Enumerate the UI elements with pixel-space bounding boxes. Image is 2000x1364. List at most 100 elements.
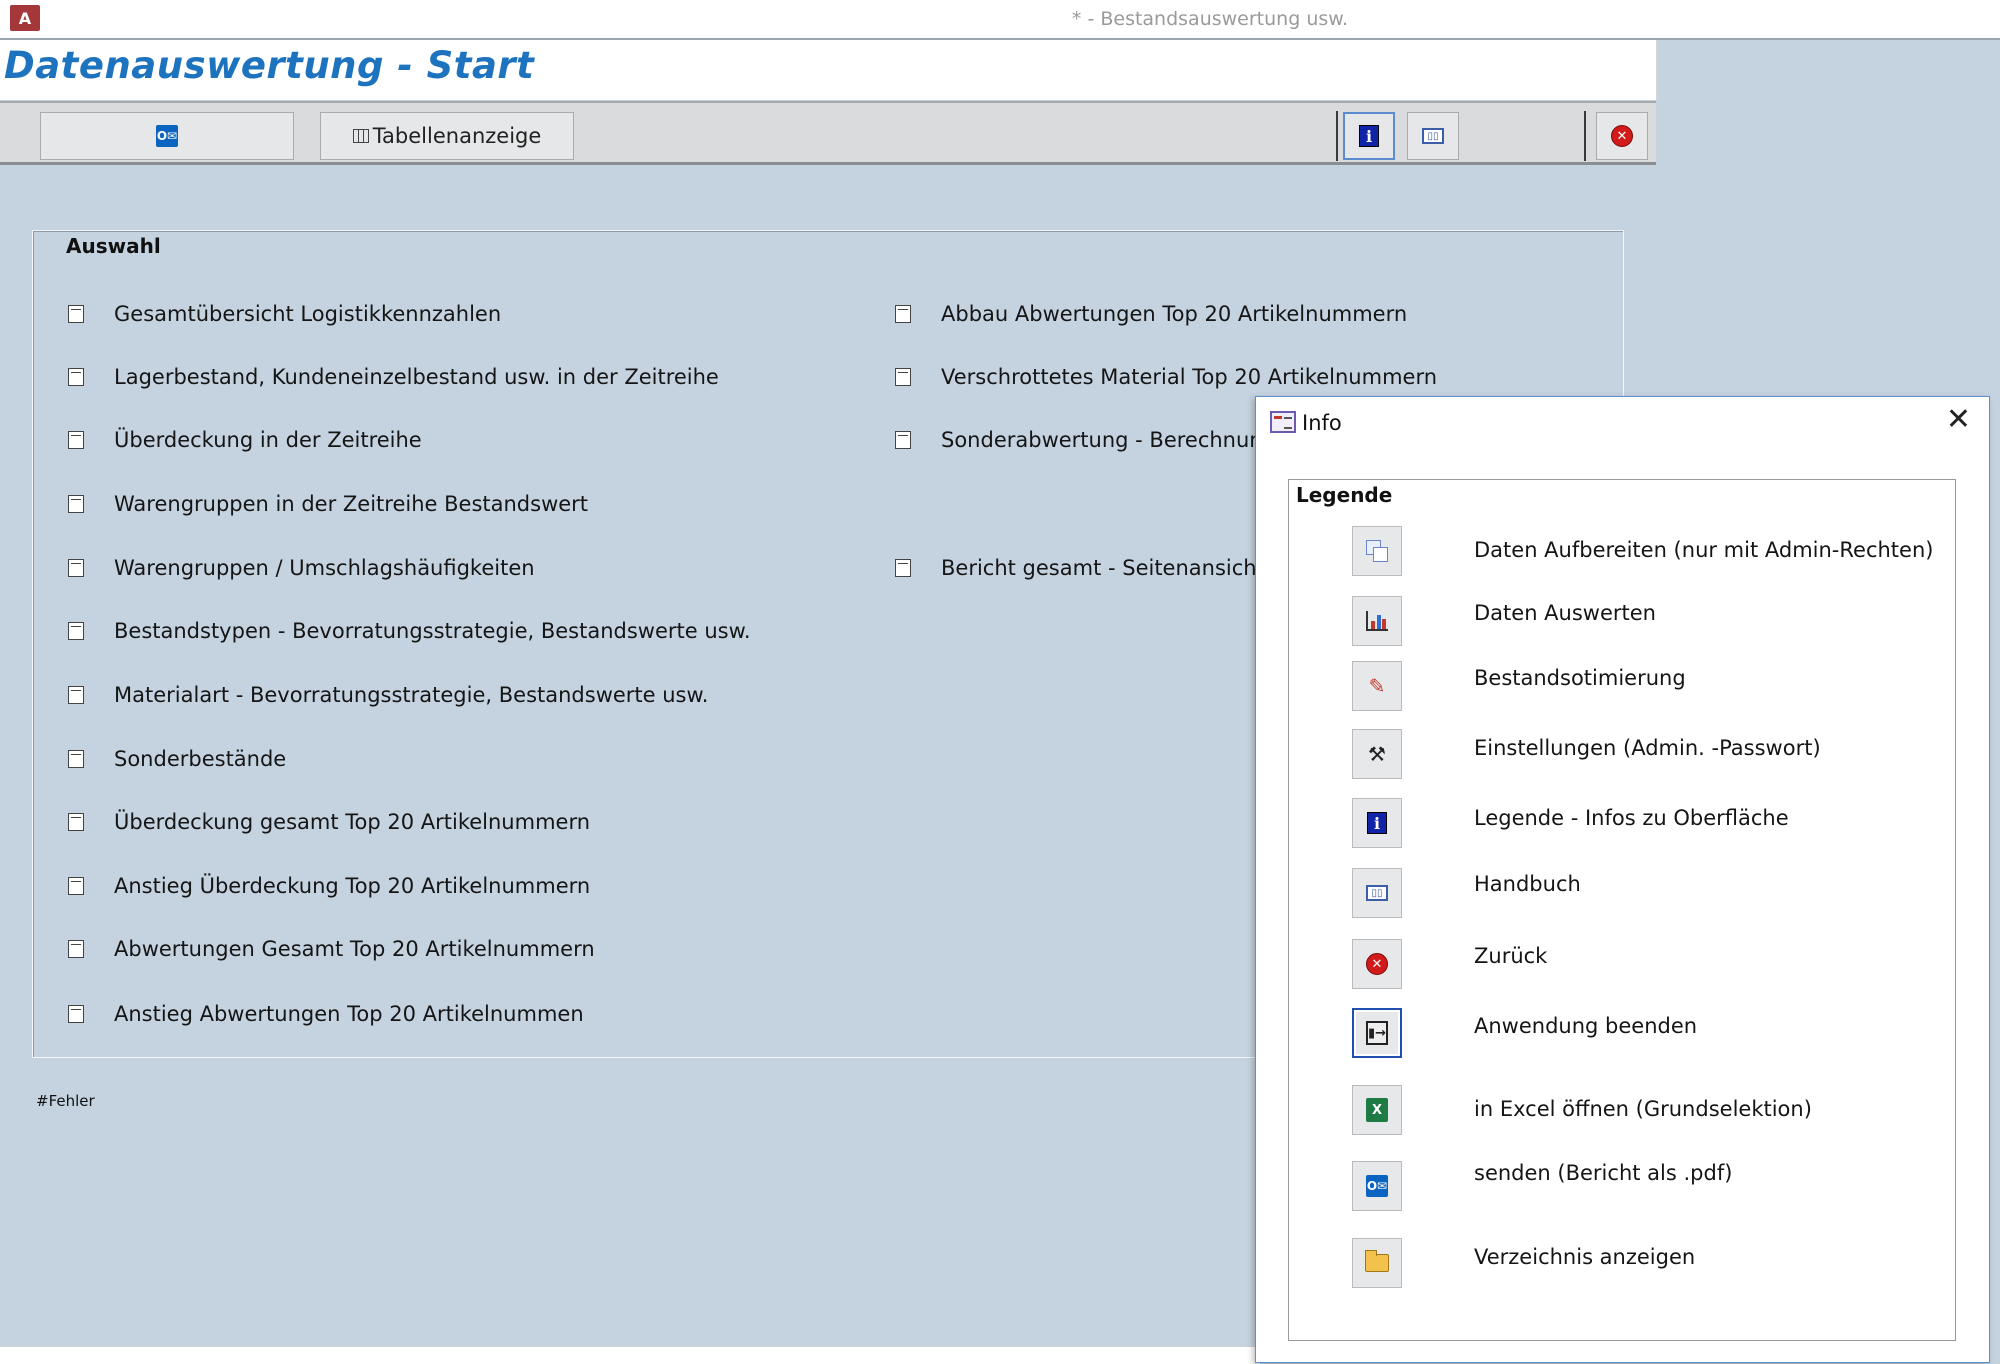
legend-item-label: Verzeichnis anzeigen bbox=[1474, 1245, 1696, 1269]
outlook-icon: O✉ bbox=[1366, 1175, 1388, 1197]
selection-group-label: Auswahl bbox=[66, 234, 161, 258]
option-checkbox[interactable] bbox=[895, 559, 911, 577]
legend-folder-button[interactable] bbox=[1352, 1238, 1402, 1288]
window-titlebar: A * - Bestandsauswertung usw. bbox=[0, 0, 2000, 40]
option-label: Sonderbestände bbox=[114, 747, 287, 771]
option-label: Sonderabwertung - Berechnung bbox=[941, 428, 1276, 452]
option-label: Anstieg Abwertungen Top 20 Artikelnummen bbox=[114, 1002, 584, 1026]
send-outlook-button[interactable]: O✉ bbox=[40, 112, 294, 160]
option-checkbox[interactable] bbox=[68, 622, 84, 640]
table-icon bbox=[352, 129, 369, 143]
option-item[interactable]: Sonderabwertung - Berechnung bbox=[895, 428, 1276, 452]
table-view-button[interactable]: Tabellenanzeige bbox=[320, 112, 574, 160]
legend-item-label: Daten Auswerten bbox=[1474, 601, 1656, 625]
legend-back-button[interactable]: ✕ bbox=[1352, 939, 1402, 989]
option-checkbox[interactable] bbox=[68, 813, 84, 831]
option-item[interactable]: Anstieg Abwertungen Top 20 Artikelnummen bbox=[68, 1002, 584, 1026]
option-item[interactable]: Abwertungen Gesamt Top 20 Artikelnummern bbox=[68, 937, 595, 961]
option-item[interactable]: Überdeckung gesamt Top 20 Artikelnummern bbox=[68, 810, 590, 834]
legend-manual-button[interactable]: ▯▯ bbox=[1352, 868, 1402, 918]
option-label: Abwertungen Gesamt Top 20 Artikelnummern bbox=[114, 937, 595, 961]
toolbar: O✉ Tabellenanzeige i ▯▯ ✕ bbox=[0, 101, 1656, 165]
option-checkbox[interactable] bbox=[895, 305, 911, 323]
option-label: Bericht gesamt - Seitenansicht bbox=[941, 556, 1265, 580]
legend-settings-button[interactable]: ⚒ bbox=[1352, 729, 1402, 779]
option-item[interactable]: Anstieg Überdeckung Top 20 Artikelnummer… bbox=[68, 874, 590, 898]
outlook-icon: O✉ bbox=[156, 125, 178, 147]
legend-item-label: senden (Bericht als .pdf) bbox=[1474, 1161, 1733, 1185]
option-checkbox[interactable] bbox=[68, 877, 84, 895]
tools-icon: ⚒ bbox=[1368, 742, 1386, 766]
option-item[interactable]: Sonderbestände bbox=[68, 747, 286, 771]
option-checkbox[interactable] bbox=[68, 1005, 84, 1023]
option-label: Abbau Abwertungen Top 20 Artikelnummern bbox=[941, 302, 1408, 326]
option-label: Verschrottetes Material Top 20 Artikelnu… bbox=[941, 365, 1438, 389]
option-label: Lagerbestand, Kundeneinzelbestand usw. i… bbox=[114, 365, 719, 389]
table-view-label: Tabellenanzeige bbox=[372, 124, 542, 148]
book-icon: ▯▯ bbox=[1422, 128, 1444, 144]
legend-send-button[interactable]: O✉ bbox=[1352, 1161, 1402, 1211]
option-label: Warengruppen in der Zeitreihe Bestandswe… bbox=[114, 492, 589, 516]
close-form-button[interactable]: ✕ bbox=[1596, 112, 1648, 160]
option-checkbox[interactable] bbox=[68, 750, 84, 768]
book-icon: ▯▯ bbox=[1366, 885, 1388, 901]
toolbar-separator bbox=[1336, 111, 1338, 161]
info-button[interactable]: i bbox=[1343, 112, 1395, 160]
error-field: #Fehler bbox=[36, 1092, 95, 1110]
legend-item-label: Anwendung beenden bbox=[1474, 1014, 1698, 1038]
legend-optimization-button[interactable]: ✎ bbox=[1352, 661, 1402, 711]
option-item[interactable]: Materialart - Bevorratungsstrategie, Bes… bbox=[68, 683, 708, 707]
option-label: Gesamtübersicht Logistikkennzahlen bbox=[114, 302, 502, 326]
option-item[interactable]: Warengruppen / Umschlagshäufigkeiten bbox=[68, 556, 535, 580]
legend-item-label: Bestandsotimierung bbox=[1474, 666, 1686, 690]
option-checkbox[interactable] bbox=[895, 368, 911, 386]
option-checkbox[interactable] bbox=[68, 368, 84, 386]
option-label: Überdeckung in der Zeitreihe bbox=[114, 428, 422, 452]
close-icon: ✕ bbox=[1366, 953, 1388, 975]
dialog-title: Info bbox=[1302, 411, 1342, 435]
legend-item-label: Handbuch bbox=[1474, 872, 1581, 896]
option-checkbox[interactable] bbox=[68, 305, 84, 323]
excel-icon: X bbox=[1366, 1098, 1388, 1122]
option-checkbox[interactable] bbox=[68, 495, 84, 513]
option-item[interactable]: Gesamtübersicht Logistikkennzahlen bbox=[68, 302, 501, 326]
option-item[interactable]: Überdeckung in der Zeitreihe bbox=[68, 428, 422, 452]
legend-excel-button[interactable]: X bbox=[1352, 1085, 1402, 1135]
option-item[interactable]: Verschrottetes Material Top 20 Artikelnu… bbox=[895, 365, 1437, 389]
form-icon bbox=[1270, 411, 1296, 433]
option-label: Anstieg Überdeckung Top 20 Artikelnummer… bbox=[114, 874, 591, 898]
legend-evaluate-button[interactable] bbox=[1352, 596, 1402, 646]
info-icon: i bbox=[1367, 812, 1387, 834]
status-bar bbox=[0, 1346, 1260, 1364]
option-checkbox[interactable] bbox=[895, 431, 911, 449]
option-label: Bestandstypen - Bevorratungsstrategie, B… bbox=[114, 619, 751, 643]
option-item[interactable]: Bericht gesamt - Seitenansicht bbox=[895, 556, 1265, 580]
option-item[interactable]: Bestandstypen - Bevorratungsstrategie, B… bbox=[68, 619, 751, 643]
legend-exit-button[interactable]: ▮→ bbox=[1352, 1008, 1402, 1058]
option-item[interactable]: Lagerbestand, Kundeneinzelbestand usw. i… bbox=[68, 365, 719, 389]
legend-item-label: Legende - Infos zu Oberfläche bbox=[1474, 806, 1789, 830]
toolbar-separator bbox=[1584, 111, 1586, 161]
chart-icon bbox=[1366, 611, 1388, 631]
info-icon: i bbox=[1359, 125, 1379, 147]
option-label: Überdeckung gesamt Top 20 Artikelnummern bbox=[114, 810, 591, 834]
dialog-close-button[interactable]: ✕ bbox=[1946, 405, 1971, 435]
manual-button[interactable]: ▯▯ bbox=[1407, 112, 1459, 160]
folder-icon bbox=[1365, 1250, 1389, 1272]
option-label: Materialart - Bevorratungsstrategie, Bes… bbox=[114, 683, 709, 707]
legend-label: Legende bbox=[1296, 483, 1393, 507]
legend-prepare-data-button[interactable] bbox=[1352, 526, 1402, 576]
form-title: Datenauswertung - Start bbox=[4, 44, 535, 87]
option-checkbox[interactable] bbox=[68, 431, 84, 449]
legend-item-label: Zurück bbox=[1474, 944, 1548, 968]
window-title: * - Bestandsauswertung usw. bbox=[1071, 8, 1349, 30]
option-checkbox[interactable] bbox=[68, 559, 84, 577]
legend-info-button[interactable]: i bbox=[1352, 798, 1402, 848]
exit-icon: ▮→ bbox=[1366, 1021, 1388, 1045]
option-item[interactable]: Abbau Abwertungen Top 20 Artikelnummern bbox=[895, 302, 1407, 326]
prepare-data-icon bbox=[1366, 540, 1388, 562]
option-checkbox[interactable] bbox=[68, 686, 84, 704]
option-item[interactable]: Warengruppen in der Zeitreihe Bestandswe… bbox=[68, 492, 588, 516]
option-checkbox[interactable] bbox=[68, 940, 84, 958]
close-icon: ✕ bbox=[1611, 125, 1633, 147]
